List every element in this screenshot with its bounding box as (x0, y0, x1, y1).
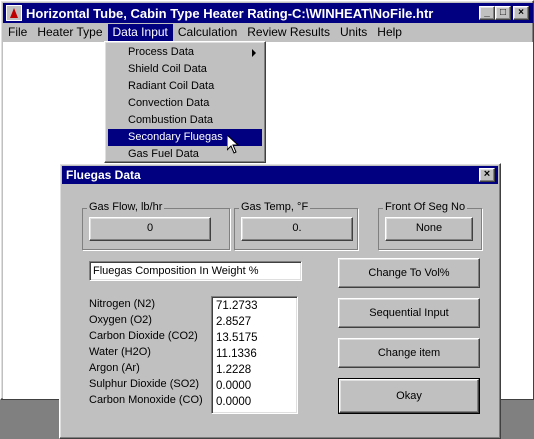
mouse-pointer-icon (227, 135, 239, 154)
okay-button[interactable]: Okay (338, 378, 480, 414)
menu-item-shield-coil-data[interactable]: Shield Coil Data (108, 61, 262, 78)
gas-flow-label: Gas Flow, lb/hr (87, 201, 165, 213)
dialog-close-button[interactable]: × (479, 168, 495, 182)
close-button[interactable]: × (513, 6, 529, 20)
front-of-seg-label: Front Of Seg No (383, 201, 468, 213)
component-label-n2: Nitrogen (N2) (89, 298, 156, 310)
submenu-arrow-icon (252, 49, 256, 57)
composition-title-field: Fluegas Composition In Weight % (89, 261, 302, 281)
menu-heater-type[interactable]: Heater Type (32, 24, 107, 41)
gas-temp-button[interactable]: 0. (241, 217, 353, 241)
menu-item-process-data[interactable]: Process Data (108, 44, 262, 61)
component-value-co2: 13.5175 (216, 332, 258, 344)
front-of-seg-button[interactable]: None (385, 217, 473, 241)
menu-data-input[interactable]: Data Input (107, 24, 173, 41)
component-value-h2o: 11.1336 (216, 348, 257, 360)
sequential-input-button[interactable]: Sequential Input (338, 298, 480, 328)
main-title-bar: Horizontal Tube, Cabin Type Heater Ratin… (3, 3, 533, 23)
menu-item-label: Process Data (128, 46, 195, 58)
component-label-co2: Carbon Dioxide (CO2) (89, 330, 198, 342)
component-label-co: Carbon Monoxide (CO) (89, 394, 203, 406)
menu-review-results[interactable]: Review Results (242, 24, 335, 41)
component-label-o2: Oxygen (O2) (89, 314, 152, 326)
app-flame-icon[interactable] (6, 5, 22, 21)
menu-units[interactable]: Units (335, 24, 372, 41)
menu-item-convection-data[interactable]: Convection Data (108, 95, 262, 112)
maximize-button[interactable]: □ (495, 6, 511, 20)
fluegas-dialog: Fluegas Data × Gas Flow, lb/hr 0 Gas Tem… (59, 163, 501, 439)
change-to-vol-button[interactable]: Change To Vol% (338, 258, 480, 288)
minimize-button[interactable]: _ (479, 6, 495, 20)
component-label-ar: Argon (Ar) (89, 362, 140, 374)
menu-item-combustion-data[interactable]: Combustion Data (108, 112, 262, 129)
component-value-so2: 0.0000 (216, 380, 252, 392)
component-value-ar: 1.2228 (216, 364, 252, 376)
component-label-so2: Sulphur Dioxide (SO2) (89, 378, 200, 390)
dialog-title: Fluegas Data (66, 168, 141, 182)
gas-temp-group: Gas Temp, °F 0. (234, 201, 358, 250)
component-value-o2: 2.8527 (216, 316, 252, 328)
component-value-co: 0.0000 (216, 396, 252, 408)
front-of-seg-group: Front Of Seg No None (378, 201, 482, 250)
component-value-n2: 71.2733 (216, 300, 258, 312)
menu-item-radiant-coil-data[interactable]: Radiant Coil Data (108, 78, 262, 95)
gas-temp-label: Gas Temp, °F (239, 201, 311, 213)
component-values-list[interactable]: 71.2733 2.8527 13.5175 11.1336 1.2228 0.… (211, 296, 298, 414)
data-input-dropdown: Process Data Shield Coil Data Radiant Co… (104, 41, 266, 163)
gas-flow-button[interactable]: 0 (89, 217, 211, 241)
window-title: Horizontal Tube, Cabin Type Heater Ratin… (26, 5, 434, 21)
dialog-title-bar: Fluegas Data × (62, 166, 498, 184)
component-label-h2o: Water (H2O) (89, 346, 151, 358)
menu-bar: File Heater Type Data Input Calculation … (3, 23, 533, 42)
menu-file[interactable]: File (3, 24, 32, 41)
change-item-button[interactable]: Change item (338, 338, 480, 368)
gas-flow-group: Gas Flow, lb/hr 0 (82, 201, 230, 250)
menu-calculation[interactable]: Calculation (173, 24, 242, 41)
menu-help[interactable]: Help (372, 24, 407, 41)
